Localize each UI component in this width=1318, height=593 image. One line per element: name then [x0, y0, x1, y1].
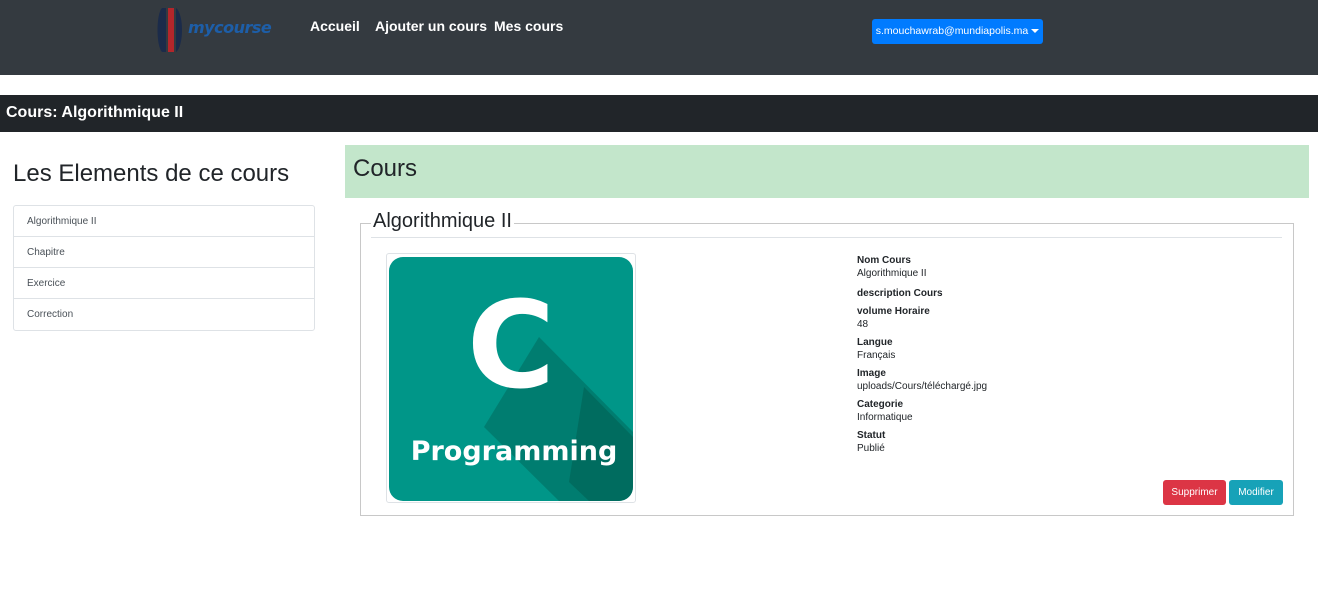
- brand-logo-text: mycourse: [188, 18, 272, 37]
- detail-value-categorie: Informatique: [857, 412, 913, 423]
- detail-value-langue: Français: [857, 350, 896, 361]
- detail-value-nom: Algorithmique II: [857, 268, 927, 279]
- course-image: C Programming: [386, 253, 636, 503]
- c-programming-image: C Programming: [389, 257, 633, 501]
- detail-value-volume: 48: [857, 319, 869, 330]
- user-email: s.mouchawrab@mundiapolis.ma: [875, 25, 1029, 37]
- detail-label-langue: Langue: [857, 337, 893, 348]
- list-item-exercice[interactable]: Exercice: [14, 268, 314, 299]
- nav-link-mes-cours[interactable]: Mes cours: [494, 18, 563, 34]
- list-item-chapitre[interactable]: Chapitre: [14, 237, 314, 268]
- brand-logo-icon: [157, 8, 182, 52]
- image-letter: C: [467, 277, 555, 416]
- course-title-bar: Cours: Algorithmique II: [0, 95, 1318, 132]
- top-navbar: mycourse Accueil Ajouter un cours Mes co…: [0, 0, 1318, 75]
- image-caption: Programming: [411, 436, 618, 467]
- user-menu-button[interactable]: s.mouchawrab@mundiapolis.ma: [872, 19, 1043, 44]
- delete-button[interactable]: Supprimer: [1163, 480, 1226, 505]
- list-item-correction[interactable]: Correction: [14, 299, 314, 330]
- heading-divider: [371, 237, 1282, 238]
- detail-label-categorie: Categorie: [857, 399, 904, 410]
- section-title: Cours: [353, 155, 418, 182]
- caret-down-icon: [1031, 29, 1040, 34]
- brand-logo[interactable]: mycourse: [154, 6, 272, 54]
- course-elements-list: Algorithmique II Chapitre Exercice Corre…: [13, 205, 315, 331]
- detail-label-image: Image: [857, 368, 886, 379]
- detail-label-description: description Cours: [857, 288, 943, 299]
- detail-label-statut: Statut: [857, 430, 886, 441]
- course-details: Nom Cours Algorithmique II description C…: [857, 255, 1157, 455]
- detail-label-volume: volume Horaire: [857, 306, 930, 317]
- course-name-heading: Algorithmique II: [371, 210, 514, 233]
- section-header: Cours: [345, 145, 1309, 198]
- list-item-algorithmique[interactable]: Algorithmique II: [14, 206, 314, 237]
- detail-label-nom: Nom Cours: [857, 255, 911, 266]
- detail-value-statut: Publié: [857, 443, 885, 454]
- nav-link-accueil[interactable]: Accueil: [310, 18, 360, 34]
- edit-button[interactable]: Modifier: [1229, 480, 1283, 505]
- nav-link-ajouter-cours[interactable]: Ajouter un cours: [375, 18, 487, 34]
- course-bar-title: Cours: Algorithmique II: [6, 104, 184, 121]
- detail-value-image: uploads/Cours/téléchargé.jpg: [857, 381, 988, 392]
- sidebar-title: Les Elements de ce cours: [13, 160, 290, 187]
